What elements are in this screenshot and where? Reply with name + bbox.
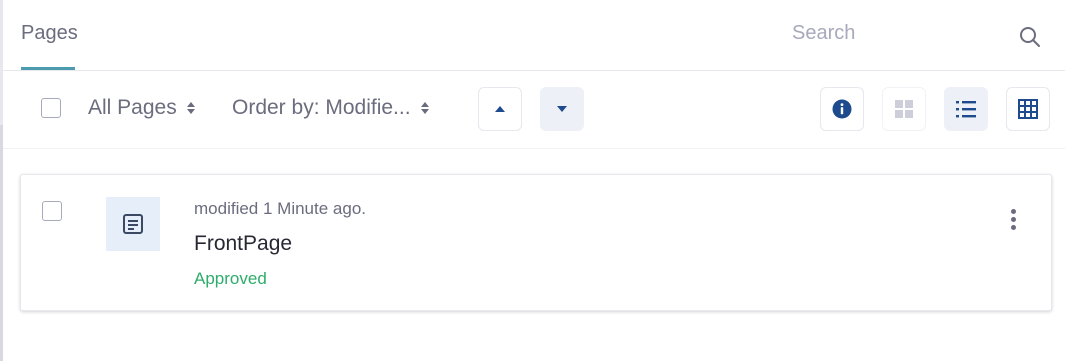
info-button[interactable]	[820, 87, 864, 131]
page-sticker	[106, 197, 160, 251]
modified-date: modified 1 Minute ago.	[194, 199, 366, 218]
status-label: Approved	[194, 269, 267, 288]
list-item[interactable]: modified 1 Minute ago. FrontPage Approve…	[20, 174, 1052, 311]
cards-view-button[interactable]	[882, 87, 926, 131]
sort-ascending-button[interactable]	[478, 87, 522, 131]
caret-double-icon	[186, 102, 195, 114]
actions-menu-button[interactable]	[999, 205, 1027, 233]
select-all-checkbox[interactable]	[41, 98, 61, 118]
caret-bottom-icon	[557, 106, 567, 112]
row-checkbox[interactable]	[42, 201, 62, 221]
info-circle-icon	[832, 99, 852, 119]
search-input[interactable]: Search	[792, 22, 855, 45]
order-by-dropdown[interactable]: Order by: Modifie...	[232, 96, 429, 120]
caret-top-icon	[495, 106, 505, 112]
tab-active-indicator	[21, 67, 75, 70]
list-view-button[interactable]	[944, 87, 988, 131]
tab-pages[interactable]: Pages	[21, 22, 78, 45]
header-bar: Pages Search	[3, 0, 1065, 71]
wiki-page-icon	[123, 214, 143, 234]
list-icon	[956, 101, 976, 118]
management-toolbar: All Pages Order by: Modifie...	[3, 71, 1065, 149]
filter-dropdown[interactable]: All Pages	[88, 96, 195, 120]
ellipsis-v-icon	[1010, 208, 1016, 214]
page-title[interactable]: FrontPage	[194, 232, 292, 256]
table-view-button[interactable]	[1006, 87, 1050, 131]
order-by-label: Order by: Modifie...	[232, 96, 411, 119]
sort-descending-button[interactable]	[540, 87, 584, 131]
table-icon	[1018, 99, 1038, 119]
cards-icon	[895, 100, 913, 118]
caret-double-icon	[420, 102, 429, 114]
search-icon	[1020, 27, 1040, 47]
left-edge-shadow	[0, 125, 3, 361]
search-button[interactable]	[1013, 20, 1047, 54]
filter-label: All Pages	[88, 96, 177, 119]
